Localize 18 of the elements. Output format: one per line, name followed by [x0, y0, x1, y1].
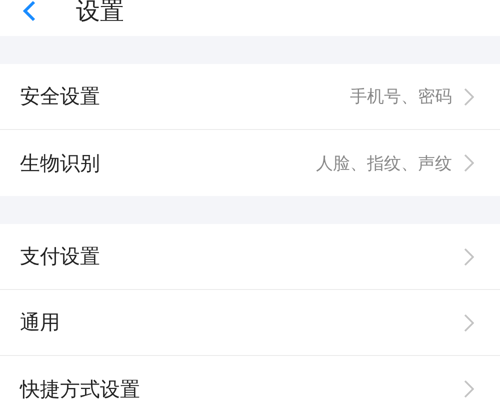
item-label: 支付设置 — [20, 243, 101, 270]
item-label: 通用 — [20, 309, 61, 336]
chevron-icon — [464, 248, 474, 266]
item-detail: 手机号、密码 — [350, 86, 452, 108]
settings-item[interactable]: 快捷方式设置 — [0, 356, 500, 413]
settings-item[interactable]: 安全设置 手机号、密码 — [0, 64, 500, 130]
settings-item[interactable]: 通用 — [0, 290, 500, 356]
chevron-icon — [464, 88, 474, 106]
back-icon[interactable] — [22, 0, 36, 22]
chevron-icon — [464, 314, 474, 332]
item-label: 生物识别 — [20, 150, 101, 176]
item-detail: 人脸、指纹、声纹 — [316, 152, 452, 174]
item-label: 安全设置 — [20, 83, 101, 110]
settings-item[interactable]: 生物识别 人脸、指纹、声纹 — [0, 130, 500, 196]
chevron-icon — [464, 380, 474, 398]
settings-item[interactable]: 支付设置 — [0, 224, 500, 290]
item-label: 快捷方式设置 — [20, 376, 141, 402]
chevron-icon — [464, 154, 474, 172]
